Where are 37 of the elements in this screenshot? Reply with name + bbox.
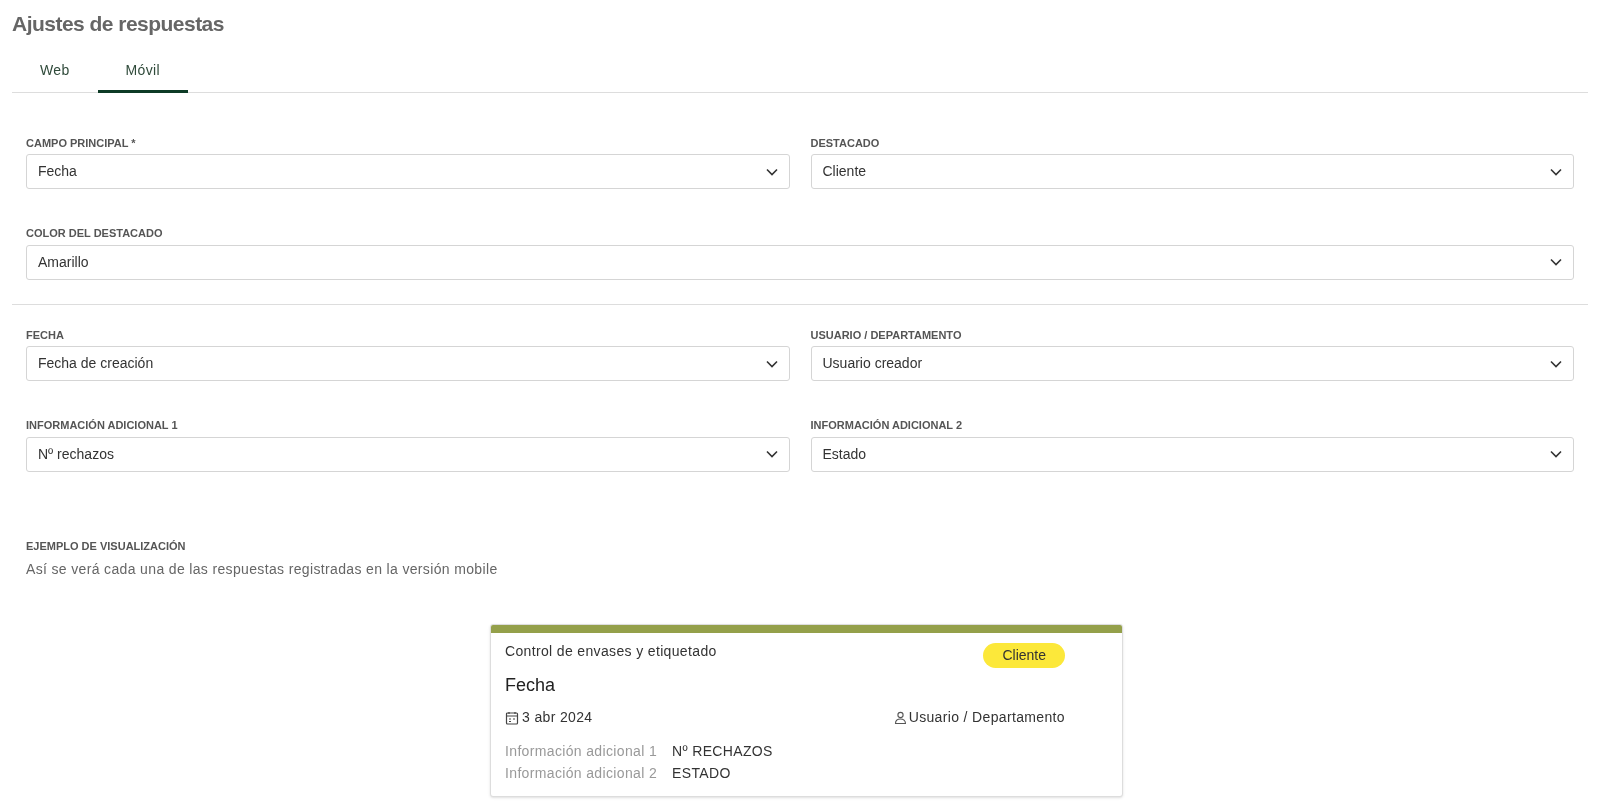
chevron-down-icon bbox=[1550, 450, 1562, 458]
user-icon bbox=[893, 711, 907, 724]
info-value: ESTADO bbox=[672, 764, 732, 783]
chevron-down-icon bbox=[765, 450, 778, 458]
field-label: CAMPO PRINCIPAL * bbox=[26, 135, 137, 151]
dropdown-field[interactable]: Usuario creador bbox=[810, 346, 1574, 381]
chevron-down-icon bbox=[1550, 258, 1562, 266]
page-title: Ajustes de respuestas bbox=[12, 11, 225, 37]
date-text: 3 abr 2024 bbox=[522, 708, 593, 727]
chevron-down-icon bbox=[765, 359, 778, 368]
chevron-down-icon bbox=[1550, 167, 1562, 176]
info-label: Información adicional 1 bbox=[505, 742, 658, 761]
field-label: DESTACADO bbox=[810, 135, 881, 151]
field-label: USUARIO / DEPARTAMENTO bbox=[810, 327, 963, 343]
info-label: Información adicional 2 bbox=[505, 764, 658, 783]
info-value: Nº RECHAZOS bbox=[672, 742, 774, 761]
dropdown-field[interactable]: Amarillo bbox=[26, 244, 1574, 280]
chevron-down-icon bbox=[1550, 359, 1562, 368]
user-text: Usuario / Departamento bbox=[908, 708, 1065, 727]
field-label: COLOR DEL DESTACADO bbox=[26, 226, 164, 241]
main-field: Fecha bbox=[505, 672, 1108, 699]
field-label: INFORMACIÓN ADICIONAL 1 bbox=[26, 418, 179, 433]
dropdown-field[interactable]: Fecha de creación bbox=[26, 346, 790, 381]
calendar-icon bbox=[505, 710, 519, 725]
tab[interactable]: Móvil bbox=[97, 51, 188, 93]
dropdown-field[interactable]: Cliente bbox=[810, 154, 1574, 189]
dropdown-field[interactable]: Fecha bbox=[26, 154, 790, 189]
field-label: FECHA bbox=[26, 327, 65, 343]
highlight-tag: Cliente bbox=[983, 643, 1065, 668]
dropdown-field[interactable]: Estado bbox=[810, 436, 1574, 472]
field-label: INFORMACIÓN ADICIONAL 2 bbox=[810, 418, 964, 433]
section-description: Así se verá cada una de las respuestas registradas en la versión mobile bbox=[26, 560, 499, 579]
tab[interactable]: Web bbox=[12, 51, 98, 93]
chevron-down-icon bbox=[765, 167, 778, 176]
section-label: EJEMPLO DE VISUALIZACIÓN bbox=[26, 538, 187, 554]
form-name: Control de envases y etiquetado bbox=[505, 642, 717, 661]
dropdown-field[interactable]: Nº rechazos bbox=[26, 436, 790, 472]
